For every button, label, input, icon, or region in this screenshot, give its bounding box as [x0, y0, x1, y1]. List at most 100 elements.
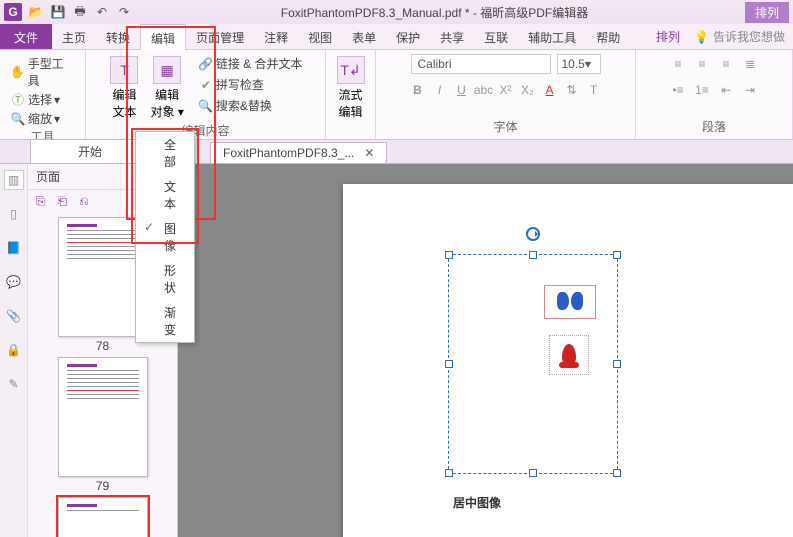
dd-text[interactable]: 文本	[136, 174, 194, 216]
spell-check[interactable]: ✔拼写检查	[196, 75, 305, 94]
font-size-select[interactable]: 10.5 ▾	[557, 54, 601, 74]
tab-annotate[interactable]: 注释	[254, 24, 298, 49]
nav-pages-icon[interactable]: ▥	[4, 170, 24, 190]
italic-button[interactable]: I	[430, 80, 450, 100]
indent-dec-button[interactable]: ⇤	[716, 80, 736, 100]
edit-object-icon: ▦	[153, 56, 181, 84]
panel-tool-1-icon[interactable]: ⎘	[36, 194, 46, 209]
main-area: ▥ ▯ 📘 💬 📎 🔒 ✎ 页面 ⎘ ⎗ ⎌ 78 79	[0, 164, 793, 537]
bold-button[interactable]: B	[408, 80, 428, 100]
select-tool[interactable]: Ⓣ选择 ▾	[8, 90, 77, 109]
redo-icon[interactable]: ↷	[116, 4, 132, 20]
thumb-78[interactable]: 78	[58, 217, 148, 353]
cursor-icon: Ⓣ	[10, 92, 26, 108]
sub-button[interactable]: X₂	[518, 80, 538, 100]
file-menu[interactable]: 文件	[0, 24, 52, 49]
tab-share[interactable]: 共享	[430, 24, 474, 49]
strike-button[interactable]: abc	[474, 80, 494, 100]
thumb-79[interactable]: 79	[58, 357, 148, 493]
dd-all[interactable]: 全部	[136, 132, 194, 174]
tab-help[interactable]: 帮助	[586, 24, 630, 49]
tab-edit[interactable]: 编辑	[140, 24, 186, 50]
dd-image[interactable]: 图像	[136, 216, 194, 258]
nav-bookmarks-icon[interactable]: 📘	[4, 238, 24, 258]
rotate-handle-icon[interactable]	[526, 227, 540, 241]
tab-page-manage[interactable]: 页面管理	[186, 24, 254, 49]
handle-s[interactable]	[529, 469, 537, 477]
contextual-tab-arrange[interactable]: 排列	[745, 2, 789, 23]
spacing-button[interactable]: ⇅	[562, 80, 582, 100]
start-tab[interactable]: 开始	[30, 139, 150, 163]
edit-object-dropdown: 全部 文本 图像 形状 渐变	[135, 131, 195, 343]
zoom-icon: 🔍	[10, 111, 26, 127]
justify-button[interactable]: ≣	[740, 54, 760, 74]
tab-convert[interactable]: 转换	[96, 24, 140, 49]
tell-me[interactable]: 告诉我您想做	[713, 28, 785, 45]
tab-protect[interactable]: 保护	[386, 24, 430, 49]
document-view[interactable]: 居中图像 B. 像 如 图 编	[178, 164, 793, 537]
document-tab-strip: 开始 FoxitPhantomPDF8.3_... ✕	[0, 140, 793, 164]
save-icon[interactable]: 💾	[50, 4, 66, 20]
handle-w[interactable]	[445, 360, 453, 368]
tab-connect[interactable]: 互联	[474, 24, 518, 49]
nav-security-icon[interactable]: 🔒	[4, 340, 24, 360]
document-tab[interactable]: FoxitPhantomPDF8.3_... ✕	[210, 142, 387, 163]
edit-text-button[interactable]: T 编辑 文本	[106, 54, 142, 122]
find-replace[interactable]: 🔍搜索&替换	[196, 96, 305, 115]
super-button[interactable]: X²	[496, 80, 516, 100]
align-right-button[interactable]: ≡	[716, 54, 736, 74]
image-chess[interactable]	[549, 335, 589, 375]
zoom-tool[interactable]: 🔍缩放 ▾	[8, 109, 77, 128]
print-icon[interactable]: 🖶	[72, 4, 88, 20]
handle-se[interactable]	[613, 469, 621, 477]
indent-inc-button[interactable]: ⇥	[740, 80, 760, 100]
link-icon: 🔗	[198, 56, 214, 72]
selection-frame[interactable]	[448, 254, 618, 474]
tab-arrange[interactable]: 排列	[646, 23, 690, 50]
thumb-next[interactable]	[58, 497, 148, 537]
ribbon: ✋手型工具 Ⓣ选择 ▾ 🔍缩放 ▾ 工具 T 编辑 文本 ▦ 编辑 对象 ▾ 🔗…	[0, 50, 793, 140]
tab-form[interactable]: 表单	[342, 24, 386, 49]
undo-icon[interactable]: ↶	[94, 4, 110, 20]
font-name-select[interactable]: Calibri	[411, 54, 551, 74]
panel-tool-3-icon[interactable]: ⎌	[79, 194, 89, 209]
edit-object-button[interactable]: ▦ 编辑 对象 ▾	[146, 54, 187, 122]
flow-icon: T↲	[337, 56, 365, 84]
close-tab-icon[interactable]: ✕	[364, 146, 374, 160]
flow-edit-button[interactable]: T↲ 流式 编辑	[333, 54, 369, 122]
align-left-button[interactable]: ≡	[668, 54, 688, 74]
hand-tool[interactable]: ✋手型工具	[8, 54, 77, 90]
thumb-78-number: 78	[58, 339, 148, 353]
tab-assist[interactable]: 辅助工具	[518, 24, 586, 49]
dd-shape[interactable]: 形状	[136, 258, 194, 300]
panel-tool-2-icon[interactable]: ⎗	[58, 194, 68, 209]
nav-attach-icon[interactable]: 📎	[4, 306, 24, 326]
handle-sw[interactable]	[445, 469, 453, 477]
handle-n[interactable]	[529, 251, 537, 259]
font-color-button[interactable]: A	[540, 80, 560, 100]
group-label-paragraph: 段落	[702, 118, 726, 137]
underline-button[interactable]: U	[452, 80, 472, 100]
title-bar: G 📂 💾 🖶 ↶ ↷ FoxitPhantomPDF8.3_Manual.pd…	[0, 0, 793, 24]
image-butterfly[interactable]	[544, 285, 596, 319]
align-center-button[interactable]: ≡	[692, 54, 712, 74]
nav-sign-icon[interactable]: ✎	[4, 374, 24, 394]
bullets-button[interactable]: •≡	[668, 80, 688, 100]
quick-access-toolbar: 📂 💾 🖶 ↶ ↷	[28, 4, 132, 20]
handle-nw[interactable]	[445, 251, 453, 259]
search-icon: 🔍	[198, 98, 214, 114]
link-merge-text[interactable]: 🔗链接 & 合并文本	[196, 54, 305, 73]
open-icon[interactable]: 📂	[28, 4, 44, 20]
nav-layers-icon[interactable]: ▯	[4, 204, 24, 224]
clear-button[interactable]: T	[584, 80, 604, 100]
group-edit-content: T 编辑 文本 ▦ 编辑 对象 ▾ 🔗链接 & 合并文本 ✔拼写检查 🔍搜索&替…	[86, 50, 326, 139]
handle-ne[interactable]	[613, 251, 621, 259]
numbering-button[interactable]: 1≡	[692, 80, 712, 100]
group-flow: T↲ 流式 编辑	[326, 50, 376, 139]
dd-gradient[interactable]: 渐变	[136, 300, 194, 342]
tab-view[interactable]: 视图	[298, 24, 342, 49]
handle-e[interactable]	[613, 360, 621, 368]
nav-comments-icon[interactable]: 💬	[4, 272, 24, 292]
edit-text-icon: T	[110, 56, 138, 84]
tab-home[interactable]: 主页	[52, 24, 96, 49]
